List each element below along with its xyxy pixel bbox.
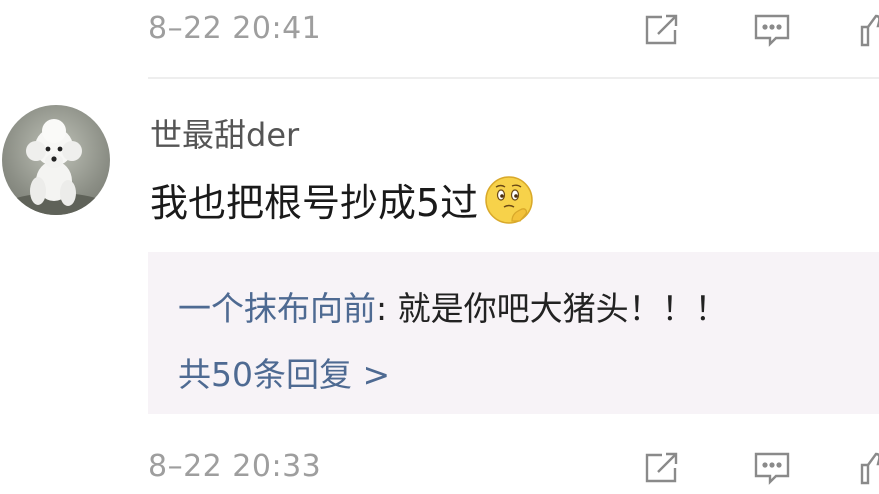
reply-text: 就是你吧大猪头！！！ — [397, 289, 728, 328]
thinking-face-emoji-icon — [482, 173, 536, 227]
view-all-replies-link[interactable]: 共50条回复 > — [178, 348, 390, 396]
previous-comment-timestamp: 8–22 20:41 — [148, 10, 322, 46]
comment-text-row: 我也把根号抄成5过 — [150, 172, 536, 227]
thumbs-up-icon[interactable] — [858, 450, 879, 486]
reply-separator: : — [376, 289, 398, 328]
comment-divider — [148, 77, 879, 79]
comment-username[interactable]: 世最甜der — [150, 110, 299, 156]
comment-meta: 8–22 20:33 — [148, 438, 879, 494]
comment-icon[interactable] — [752, 12, 792, 48]
comment-text: 我也把根号抄成5过 — [150, 181, 479, 225]
thumbs-up-icon[interactable] — [858, 12, 879, 48]
poodle-avatar-image — [2, 119, 110, 215]
share-icon[interactable] — [642, 12, 682, 48]
comment-thread: 8–22 20:41 世最甜der 我也把根号抄成5过 一个抹布向前: 就是你吧… — [0, 0, 879, 494]
comment-timestamp: 8–22 20:33 — [148, 448, 322, 484]
reply-preview-line: 一个抹布向前: 就是你吧大猪头！！！ — [178, 282, 728, 330]
reply-author[interactable]: 一个抹布向前 — [178, 289, 376, 328]
reply-preview-box[interactable]: 一个抹布向前: 就是你吧大猪头！！！ 共50条回复 > — [148, 252, 879, 414]
avatar[interactable] — [2, 105, 110, 215]
comment-icon[interactable] — [752, 450, 792, 486]
previous-comment-meta: 8–22 20:41 — [148, 0, 879, 56]
share-icon[interactable] — [642, 450, 682, 486]
